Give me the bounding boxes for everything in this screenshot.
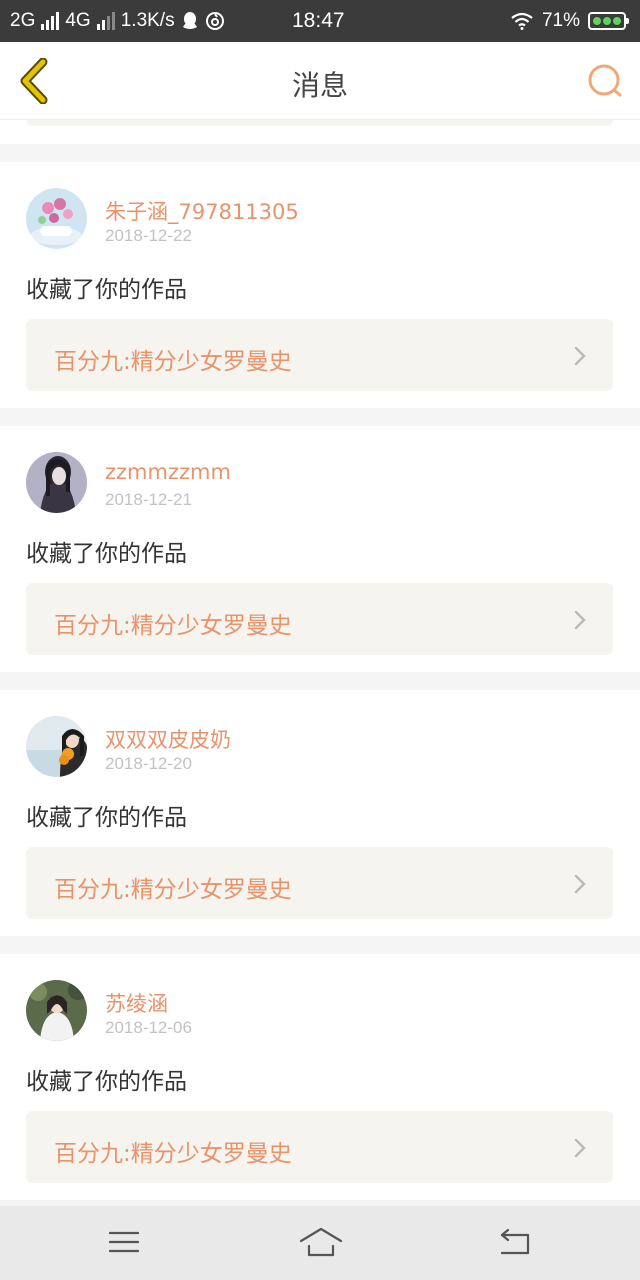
battery-icon xyxy=(588,12,629,30)
battery-percent: 71% xyxy=(541,10,580,31)
home-icon[interactable] xyxy=(298,1224,344,1260)
back-nav-icon[interactable] xyxy=(494,1224,534,1260)
menu-icon[interactable] xyxy=(104,1224,144,1260)
search-icon[interactable] xyxy=(586,62,624,100)
list-item: 朱子涵_797811305 2018-12-22 收藏了你的作品 百分九:精分少… xyxy=(0,162,640,408)
network-2g-label: 2G xyxy=(10,10,36,31)
avatar[interactable] xyxy=(26,188,87,249)
message-text: 收藏了你的作品 xyxy=(26,805,187,831)
work-title: 百分九:精分少女罗曼史 xyxy=(54,877,292,903)
qq-icon xyxy=(182,12,197,29)
wifi-icon xyxy=(511,12,533,30)
work-link[interactable]: 百分九:精分少女罗曼史 xyxy=(26,319,613,391)
nav-bar: 消息 xyxy=(0,42,640,120)
work-link[interactable]: 百分九:精分少女罗曼史 xyxy=(26,1111,613,1183)
work-title: 百分九:精分少女罗曼史 xyxy=(54,349,292,375)
list-item: 双双双皮皮奶 2018-12-20 收藏了你的作品 百分九:精分少女罗曼史 xyxy=(0,690,640,936)
message-text: 收藏了你的作品 xyxy=(26,1069,187,1095)
user-name[interactable]: zzmmzzmm xyxy=(105,460,231,484)
network-speed: 1.3K/s xyxy=(120,10,175,31)
signal-icon xyxy=(96,12,115,30)
message-date: 2018-12-20 xyxy=(105,754,192,773)
message-text: 收藏了你的作品 xyxy=(26,277,187,303)
avatar[interactable] xyxy=(26,452,87,513)
message-text: 收藏了你的作品 xyxy=(26,541,187,567)
list-item: zzmmzzmm 2018-12-21 收藏了你的作品 百分九:精分少女罗曼史 xyxy=(0,426,640,672)
message-list[interactable]: 朱子涵_797811305 2018-12-22 收藏了你的作品 百分九:精分少… xyxy=(0,120,640,1206)
chevron-right-icon xyxy=(574,1138,586,1158)
system-nav-bar xyxy=(0,1206,640,1280)
work-link[interactable]: 百分九:精分少女罗曼史 xyxy=(26,583,613,655)
signal-icon xyxy=(41,12,60,30)
avatar[interactable] xyxy=(26,980,87,1041)
message-date: 2018-12-06 xyxy=(105,1018,192,1037)
list-item-partial xyxy=(0,120,640,144)
status-time: 18:47 xyxy=(292,9,345,32)
chevron-right-icon xyxy=(574,610,586,630)
work-link[interactable]: 百分九:精分少女罗曼史 xyxy=(26,847,613,919)
avatar[interactable] xyxy=(26,716,87,777)
message-date: 2018-12-22 xyxy=(105,226,192,245)
page-title: 消息 xyxy=(291,69,348,102)
chevron-right-icon xyxy=(574,346,586,366)
work-title: 百分九:精分少女罗曼史 xyxy=(54,1141,292,1167)
status-bar: 2G 4G 1.3K/s 18:47 71% xyxy=(0,0,640,42)
chevron-right-icon xyxy=(574,874,586,894)
list-item: 苏绫涵 2018-12-06 收藏了你的作品 百分九:精分少女罗曼史 xyxy=(0,954,640,1200)
message-date: 2018-12-21 xyxy=(105,490,192,509)
user-name[interactable]: 双双双皮皮奶 xyxy=(105,724,231,754)
netease-music-icon xyxy=(205,12,224,30)
status-right: 71% xyxy=(510,10,629,32)
user-name[interactable]: 苏绫涵 xyxy=(105,988,168,1018)
status-left: 2G 4G 1.3K/s xyxy=(10,10,225,32)
user-name[interactable]: 朱子涵_797811305 xyxy=(105,196,299,226)
work-title: 百分九:精分少女罗曼史 xyxy=(54,613,292,639)
network-4g-label: 4G xyxy=(65,10,91,31)
